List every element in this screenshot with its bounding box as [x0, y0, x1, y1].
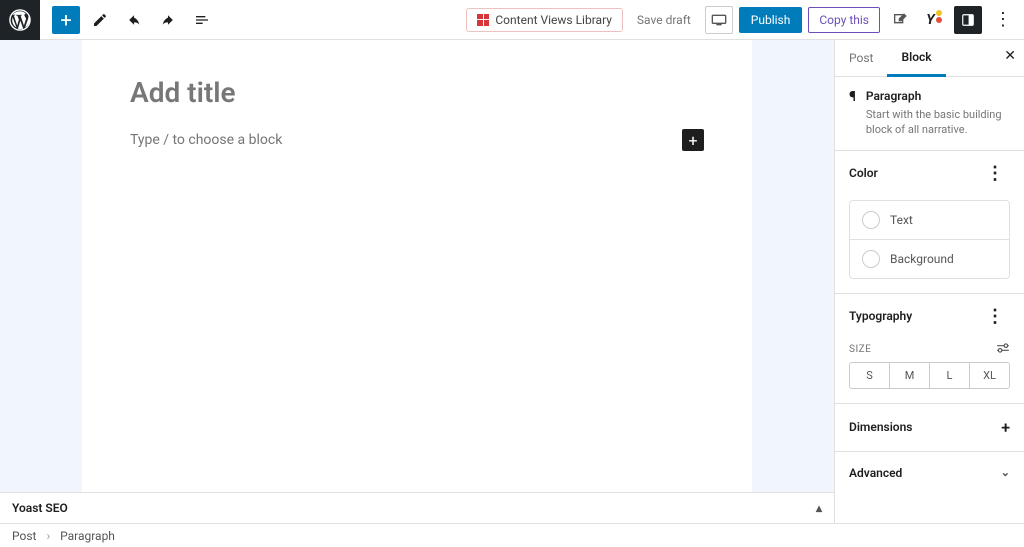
breadcrumb-separator: ›: [46, 529, 50, 543]
editor-area: Add title Type / to choose a block + Yoa…: [0, 40, 834, 523]
breadcrumb-current[interactable]: Paragraph: [60, 529, 115, 543]
external-edit-button[interactable]: [886, 6, 914, 34]
grid-icon: [477, 14, 489, 26]
yoast-button[interactable]: Y: [920, 6, 948, 34]
size-xl[interactable]: XL: [969, 363, 1009, 388]
typography-options-menu[interactable]: ⋮: [980, 306, 1010, 327]
paragraph-block[interactable]: Type / to choose a block +: [130, 129, 704, 151]
caret-up-icon: ▴: [816, 501, 822, 515]
options-menu-button[interactable]: ⋮: [988, 9, 1018, 30]
undo-button[interactable]: [120, 6, 148, 34]
color-options: Text Background: [849, 200, 1010, 279]
content-views-label: Content Views Library: [495, 13, 612, 27]
edit-tool-button[interactable]: [86, 6, 114, 34]
editor-body: Add title Type / to choose a block + Yoa…: [0, 40, 1024, 523]
color-heading: Color: [849, 166, 878, 180]
typography-panel-header[interactable]: Typography ⋮: [835, 294, 1024, 339]
tab-block[interactable]: Block: [887, 40, 945, 77]
plus-icon: +: [1001, 418, 1010, 437]
typography-heading: Typography: [849, 309, 912, 323]
size-label: SIZE: [849, 344, 871, 355]
size-l[interactable]: L: [929, 363, 969, 388]
advanced-panel-toggle[interactable]: Advanced ⌄: [835, 452, 1024, 494]
list-icon: [194, 12, 210, 28]
sidebar-tabs: Post Block ✕: [835, 40, 1024, 77]
preview-button[interactable]: [705, 6, 733, 34]
block-description: Start with the basic building block of a…: [866, 107, 1010, 138]
yoast-panel-label: Yoast SEO: [12, 501, 68, 515]
size-settings-icon[interactable]: [996, 343, 1010, 356]
publish-button[interactable]: Publish: [739, 7, 803, 33]
background-color-label: Background: [890, 252, 954, 266]
font-size-options: S M L XL: [849, 362, 1010, 389]
desktop-icon: [711, 14, 727, 26]
wordpress-logo-button[interactable]: [0, 0, 40, 40]
color-options-menu[interactable]: ⋮: [980, 163, 1010, 184]
wordpress-icon: [9, 9, 31, 31]
block-placeholder-text: Type / to choose a block: [130, 132, 282, 148]
breadcrumb-root[interactable]: Post: [12, 529, 36, 543]
color-panel-header[interactable]: Color ⋮: [835, 151, 1024, 196]
editor-canvas[interactable]: Add title Type / to choose a block +: [82, 40, 752, 523]
top-toolbar: + Content Views Library Save draft Publi…: [0, 0, 1024, 40]
save-draft-button[interactable]: Save draft: [629, 13, 699, 27]
pencil-icon: [92, 12, 108, 28]
copy-this-button[interactable]: Copy this: [808, 7, 880, 33]
size-m[interactable]: M: [889, 363, 929, 388]
tab-post[interactable]: Post: [835, 41, 887, 75]
background-color-button[interactable]: Background: [850, 239, 1009, 278]
add-block-button[interactable]: +: [52, 6, 80, 34]
redo-button[interactable]: [154, 6, 182, 34]
yoast-traffic-light-icon: [936, 17, 942, 23]
size-s[interactable]: S: [850, 363, 889, 388]
inline-add-block-button[interactable]: +: [682, 129, 704, 151]
post-title-input[interactable]: Add title: [130, 76, 704, 109]
advanced-label: Advanced: [849, 466, 902, 480]
background-color-swatch: [862, 250, 880, 268]
paragraph-icon: ¶: [849, 89, 856, 138]
toolbar-right: Content Views Library Save draft Publish…: [466, 6, 1024, 34]
redo-icon: [159, 11, 177, 29]
dimensions-label: Dimensions: [849, 420, 912, 434]
block-name: Paragraph: [866, 89, 1010, 103]
text-color-label: Text: [890, 213, 913, 227]
settings-sidebar-toggle[interactable]: [954, 6, 982, 34]
content-views-library-button[interactable]: Content Views Library: [466, 8, 623, 32]
settings-sidebar: Post Block ✕ ¶ Paragraph Start with the …: [834, 40, 1024, 523]
editor-bottom-panels: Yoast SEO ▴: [0, 492, 834, 523]
text-color-button[interactable]: Text: [850, 201, 1009, 239]
close-sidebar-button[interactable]: ✕: [1004, 48, 1016, 64]
toolbar-left: +: [0, 0, 216, 39]
document-outline-button[interactable]: [188, 6, 216, 34]
yoast-seo-panel-toggle[interactable]: Yoast SEO ▴: [0, 492, 834, 523]
chevron-down-icon: ⌄: [1001, 466, 1010, 479]
block-breadcrumb: Post › Paragraph: [0, 523, 1024, 547]
undo-icon: [125, 11, 143, 29]
text-color-swatch: [862, 211, 880, 229]
sidebar-icon: [961, 13, 975, 27]
dimensions-panel-toggle[interactable]: Dimensions +: [835, 404, 1024, 451]
block-info-panel: ¶ Paragraph Start with the basic buildin…: [835, 77, 1024, 151]
sliders-icon: [996, 343, 1010, 353]
note-pencil-icon: [892, 12, 908, 28]
